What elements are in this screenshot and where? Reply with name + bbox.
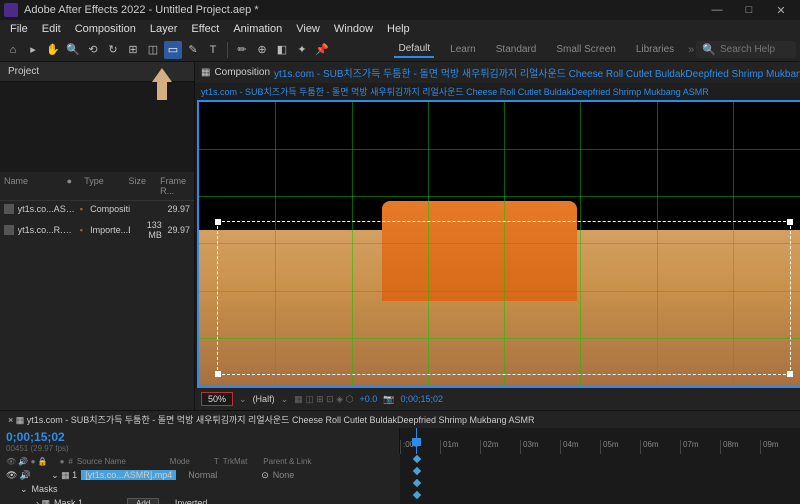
col-type[interactable]: Type xyxy=(84,176,116,196)
timecode-display[interactable]: 0;00;15;02 xyxy=(400,394,443,404)
composition-viewer[interactable] xyxy=(197,100,800,388)
rotation-tool[interactable]: ↻ xyxy=(104,41,122,59)
col-name[interactable]: Name xyxy=(4,176,55,196)
menu-file[interactable]: File xyxy=(4,21,34,37)
playhead[interactable] xyxy=(416,428,417,454)
rectangle-tool[interactable]: ▭ xyxy=(164,41,182,59)
comp-title: yt1s.com - SUB치즈가득 두툼한 - 돌면 먹방 새우튀김까지 리얼… xyxy=(274,65,800,80)
window-title: Adobe After Effects 2022 - Untitled Proj… xyxy=(24,4,702,16)
zoom-dropdown[interactable]: 50% xyxy=(201,392,233,406)
menu-edit[interactable]: Edit xyxy=(36,21,67,37)
hand-tool[interactable]: ✋ xyxy=(44,41,62,59)
puppet-tool[interactable]: 📌 xyxy=(313,41,331,59)
menu-layer[interactable]: Layer xyxy=(144,21,184,37)
minimize-button[interactable]: — xyxy=(702,1,732,19)
tag-icon: ● xyxy=(67,176,73,196)
workspace-standard[interactable]: Standard xyxy=(492,42,541,57)
type-tool[interactable]: T xyxy=(204,41,222,59)
tutorial-arrow xyxy=(152,68,172,100)
comp-icon: ▦ xyxy=(201,67,210,78)
pan-behind-tool[interactable]: ◫ xyxy=(144,41,162,59)
col-size[interactable]: Size xyxy=(128,176,148,196)
search-input[interactable] xyxy=(720,44,790,55)
eraser-tool[interactable]: ◧ xyxy=(273,41,291,59)
comp-breadcrumb[interactable]: yt1s.com - SUB치즈가득 두툼한 - 돌면 먹방 새우튀김까지 리얼… xyxy=(195,83,800,100)
orbit-tool[interactable]: ⟲ xyxy=(84,41,102,59)
current-time[interactable]: 0;00;15;02 xyxy=(6,430,393,444)
frame-info: 00451 (29.97 fps) xyxy=(6,444,393,453)
menu-animation[interactable]: Animation xyxy=(227,21,288,37)
zoom-tool[interactable]: 🔍 xyxy=(64,41,82,59)
project-item[interactable]: yt1s.co...ASMR▪Composition29.97 xyxy=(0,201,194,217)
workspace-small-screen[interactable]: Small Screen xyxy=(552,42,619,57)
search-help[interactable]: 🔍 xyxy=(696,41,796,58)
roto-tool[interactable]: ✦ xyxy=(293,41,311,59)
app-logo xyxy=(4,3,18,17)
maximize-button[interactable]: □ xyxy=(734,1,764,19)
comp-tab[interactable]: Composition xyxy=(214,67,270,78)
rotation-value[interactable]: +0.0 xyxy=(359,394,377,404)
camera-tool[interactable]: ⊞ xyxy=(124,41,142,59)
project-item[interactable]: yt1s.co...R.mp4▪Importe...EX133 MB29.97 xyxy=(0,217,194,243)
workspace-learn[interactable]: Learn xyxy=(446,42,480,57)
mask-item[interactable]: › ▦Mask 1 Add ⌄ Inverted xyxy=(0,496,400,504)
layer-row[interactable]: 👁 🔊⌄ ▦ 1 [yt1s.co...ASMR].mp4 Normal ⊙ N… xyxy=(0,468,400,482)
selection-tool[interactable]: ▸ xyxy=(24,41,42,59)
close-button[interactable]: ✕ xyxy=(766,1,796,19)
timeline-track-area[interactable] xyxy=(400,454,800,504)
menu-view[interactable]: View xyxy=(290,21,326,37)
search-icon: 🔍 xyxy=(702,43,716,56)
menu-window[interactable]: Window xyxy=(328,21,379,37)
resolution-dropdown[interactable]: (Half) xyxy=(253,394,275,404)
mask-selection[interactable] xyxy=(217,221,791,374)
workspace-libraries[interactable]: Libraries xyxy=(632,42,678,57)
menu-composition[interactable]: Composition xyxy=(69,21,142,37)
menu-help[interactable]: Help xyxy=(381,21,416,37)
masks-group[interactable]: ⌄Masks xyxy=(0,482,400,496)
pen-tool[interactable]: ✎ xyxy=(184,41,202,59)
home-tool[interactable]: ⌂ xyxy=(4,41,22,59)
timeline-tab[interactable]: × ▦ yt1s.com - SUB치즈가득 두툼한 - 돌면 먹방 새우튀김까… xyxy=(8,415,535,425)
workspace-default[interactable]: Default xyxy=(394,41,434,58)
mask-mode-dropdown[interactable]: Add xyxy=(127,498,159,504)
layer-name[interactable]: [yt1s.co...ASMR].mp4 xyxy=(81,470,176,480)
col-frame[interactable]: Frame R... xyxy=(160,176,190,196)
clone-tool[interactable]: ⊕ xyxy=(253,41,271,59)
menu-effect[interactable]: Effect xyxy=(185,21,225,37)
brush-tool[interactable]: ✏ xyxy=(233,41,251,59)
